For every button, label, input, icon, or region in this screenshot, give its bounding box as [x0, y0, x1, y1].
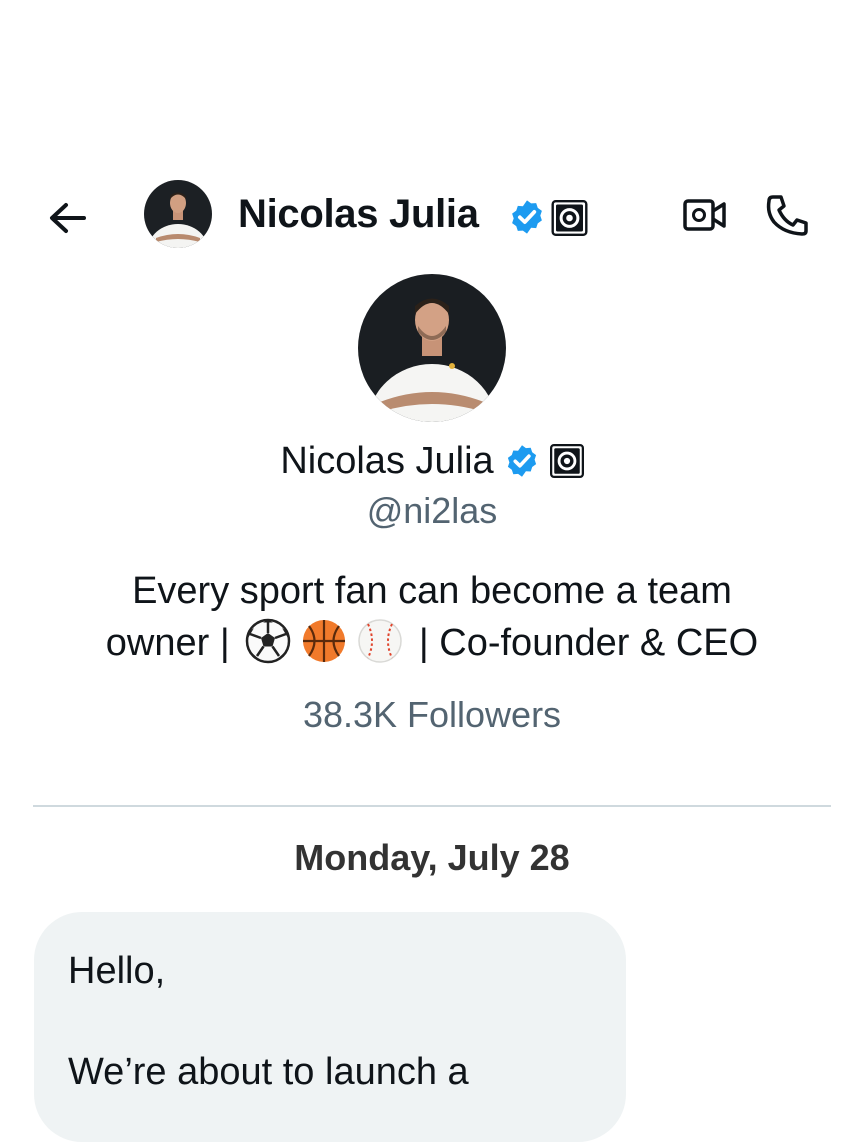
bio-line-2: owner | | Co-founder & CEO — [60, 617, 804, 669]
video-call-icon — [683, 199, 726, 231]
phone-call-button[interactable] — [764, 193, 810, 237]
divider — [33, 805, 831, 807]
bio-text-end: | Co-founder & CEO — [408, 622, 759, 664]
date-separator: Monday, July 28 — [294, 837, 570, 878]
conversation-title[interactable]: Nicolas Julia — [238, 190, 479, 238]
verified-badge-icon — [512, 200, 542, 234]
bio-text-start: owner | — [105, 622, 241, 664]
soccer-ball-icon — [246, 618, 291, 664]
baseball-icon — [358, 619, 403, 663]
message-bubble[interactable]: Hello, We’re about to launch a — [34, 912, 626, 1142]
basketball-icon — [303, 619, 346, 662]
message-text-line: Hello, — [68, 950, 166, 992]
message-text-line: We’re about to launch a — [68, 1051, 469, 1093]
profile-avatar[interactable] — [358, 274, 506, 422]
video-call-button[interactable] — [682, 195, 728, 235]
profile-bio: Every sport fan can become a team owner … — [60, 565, 804, 669]
affiliation-badge-icon — [549, 444, 584, 478]
verified-badge-icon — [507, 445, 536, 477]
affiliation-badge-icon — [551, 200, 588, 236]
followers-count[interactable]: 38.3K Followers — [0, 693, 864, 737]
profile-handle: @ni2las — [366, 490, 498, 531]
back-button[interactable] — [44, 198, 92, 238]
profile-name-row: Nicolas Julia — [0, 438, 864, 484]
phone-call-icon — [766, 195, 808, 236]
profile-name[interactable]: Nicolas Julia — [280, 438, 493, 484]
avatar[interactable] — [144, 180, 212, 248]
bio-line-1: Every sport fan can become a team — [132, 570, 732, 612]
arrow-left-icon — [50, 203, 86, 233]
conversation-header: Nicolas Julia — [0, 160, 864, 270]
